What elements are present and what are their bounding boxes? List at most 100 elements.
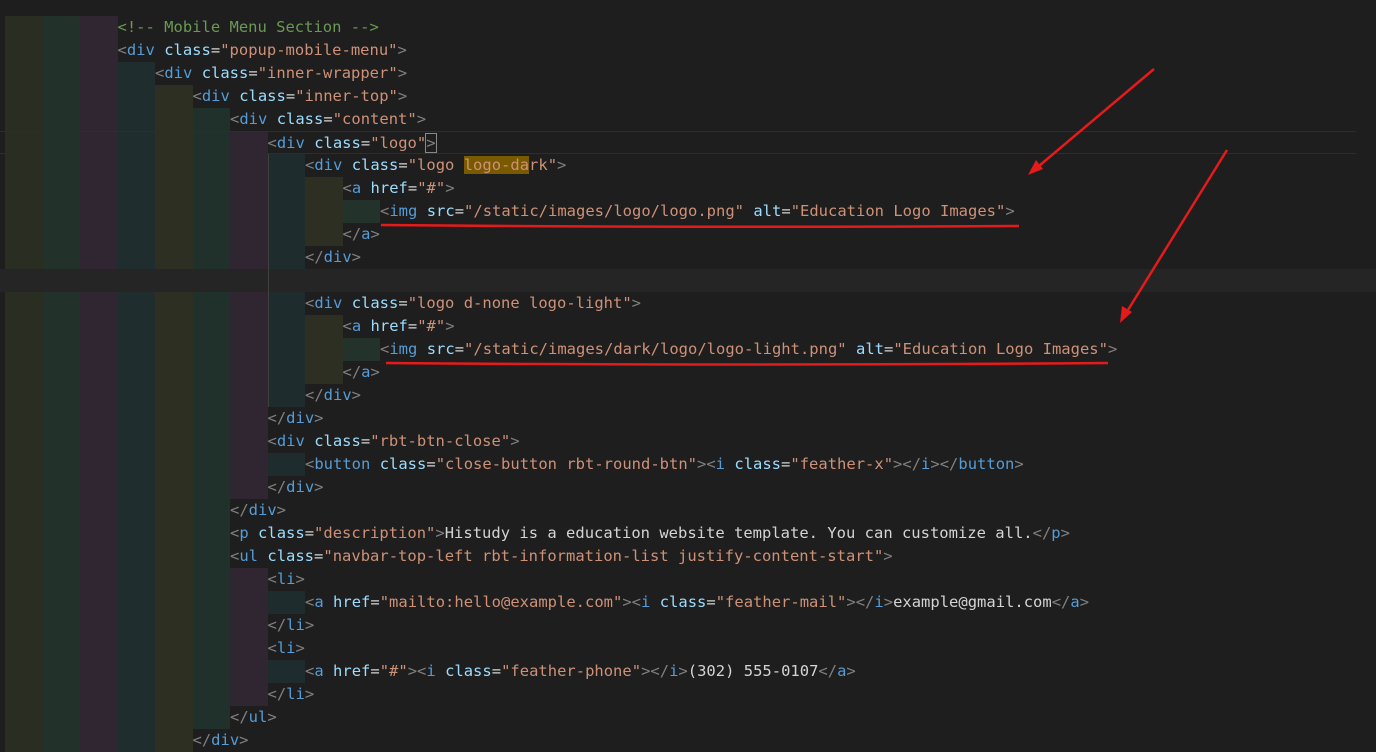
code-line[interactable]: </a> (0, 361, 1376, 384)
indent-guide (42, 522, 80, 545)
code-line[interactable]: </div> (0, 476, 1376, 499)
code-editor[interactable]: <!-- Mobile Menu Section --> <div class="… (0, 0, 1376, 752)
indent-guide (80, 729, 118, 752)
indent-guide (192, 614, 230, 637)
code-token: "description" (314, 524, 436, 542)
indent-guide (305, 338, 343, 361)
code-token: < (305, 662, 315, 680)
indent-guide (80, 568, 118, 591)
code-token: > (425, 133, 437, 153)
indent-guide (80, 660, 118, 683)
code-line[interactable]: </li> (0, 683, 1376, 706)
code-line[interactable]: <button class="close-button rbt-round-bt… (0, 453, 1376, 476)
code-line[interactable]: <a href="mailto:hello@example.com"><i cl… (0, 591, 1376, 614)
code-token: ul (239, 547, 259, 565)
code-token: i (874, 593, 884, 611)
code-line[interactable]: <div class="inner-top"> (0, 85, 1376, 108)
code-token: = (398, 294, 408, 312)
code-token: class (164, 41, 211, 59)
code-token: div (126, 41, 155, 59)
indent-guide (155, 545, 193, 568)
code-line[interactable]: </div> (0, 499, 1376, 522)
code-token: class (258, 524, 305, 542)
code-line[interactable]: <div class="content"> (0, 108, 1376, 131)
indent-guide (267, 338, 305, 361)
code-token: > (1107, 340, 1118, 358)
code-line[interactable]: </div> (0, 384, 1376, 407)
code-token: button (314, 455, 371, 473)
code-line[interactable]: <img src="/static/images/dark/logo/logo-… (0, 338, 1376, 361)
indent-guide (80, 292, 118, 315)
code-line[interactable]: <ul class="navbar-top-left rbt-informati… (0, 545, 1376, 568)
indent-guide (5, 407, 43, 430)
code-token: </ (305, 386, 324, 404)
indent-guide (5, 430, 43, 453)
code-token: > (370, 225, 380, 243)
code-line[interactable]: <a href="#"> (0, 177, 1376, 200)
indent-guide (192, 223, 230, 246)
code-line[interactable]: <div class="rbt-btn-close"> (0, 430, 1376, 453)
code-token: = (304, 524, 315, 542)
code-line[interactable]: <!-- Mobile Menu Section --> (0, 16, 1376, 39)
code-token: < (230, 110, 240, 128)
code-line[interactable]: </div> (0, 729, 1376, 752)
code-text: <div class="inner-top"> (193, 85, 408, 108)
code-token: = (491, 662, 502, 680)
indent-guide (117, 637, 155, 660)
indent-guide (117, 453, 155, 476)
code-line[interactable]: </div> (0, 407, 1376, 430)
code-token: < (305, 156, 315, 174)
indent-guide (5, 637, 43, 660)
code-text: <img src="/static/images/dark/logo/logo-… (380, 338, 1117, 361)
code-line[interactable]: <div class="logo logo-dark"> (0, 154, 1376, 177)
indent-guide (5, 62, 43, 85)
indent-guide (80, 132, 118, 155)
code-line[interactable]: <a href="#"><i class="feather-phone"></i… (0, 660, 1376, 683)
code-token: "#" (417, 179, 446, 197)
code-line[interactable]: <img src="/static/images/logo/logo.png" … (0, 200, 1376, 223)
indent-guide (155, 522, 193, 545)
indent-guide (117, 62, 155, 85)
code-line[interactable]: <p class="description">Histudy is a educ… (0, 522, 1376, 545)
code-line-blank[interactable] (0, 269, 1376, 292)
code-token: "logo (407, 156, 464, 174)
code-line[interactable]: </ul> (0, 706, 1376, 729)
code-line[interactable]: </div> (0, 246, 1376, 269)
code-text: </div> (193, 729, 249, 752)
code-line[interactable]: </li> (0, 614, 1376, 637)
code-line[interactable]: <div class="inner-wrapper"> (0, 62, 1376, 85)
code-token: "/static/images/logo/logo.png" (464, 202, 744, 220)
code-line[interactable]: <li> (0, 568, 1376, 591)
code-line[interactable]: <div class="popup-mobile-menu"> (0, 39, 1376, 62)
code-token: i (715, 455, 726, 473)
code-text: <a href="mailto:hello@example.com"><i cl… (305, 591, 1089, 614)
indent-guide (155, 85, 193, 108)
code-token: rk" (529, 156, 558, 174)
code-line[interactable]: <div class="logo d-none logo-light"> (0, 292, 1376, 315)
code-text: <a href="#"> (343, 315, 455, 338)
indent-guide (5, 591, 43, 614)
code-line[interactable]: <li> (0, 637, 1376, 660)
indent-guide (5, 16, 43, 39)
code-token: >< (622, 593, 642, 611)
indent-guide (80, 430, 118, 453)
code-token: div (211, 731, 240, 749)
indent-guide (305, 223, 343, 246)
code-line[interactable]: </a> (0, 223, 1376, 246)
code-token: alt (855, 340, 884, 358)
indent-guide (117, 338, 155, 361)
indent-guide (5, 154, 43, 177)
indent-guide (42, 177, 80, 200)
indent-guide (80, 407, 118, 430)
indent-guide (5, 729, 43, 752)
code-line[interactable]: <a href="#"> (0, 315, 1376, 338)
code-token: li (276, 639, 296, 657)
code-token: > (276, 501, 287, 519)
indent-guide (230, 591, 268, 614)
indent-guide (305, 315, 343, 338)
code-token: = (314, 547, 324, 565)
code-token: < (117, 41, 127, 59)
code-token: button (958, 455, 1015, 473)
code-line[interactable]: <div class="logo"> (0, 131, 1356, 155)
